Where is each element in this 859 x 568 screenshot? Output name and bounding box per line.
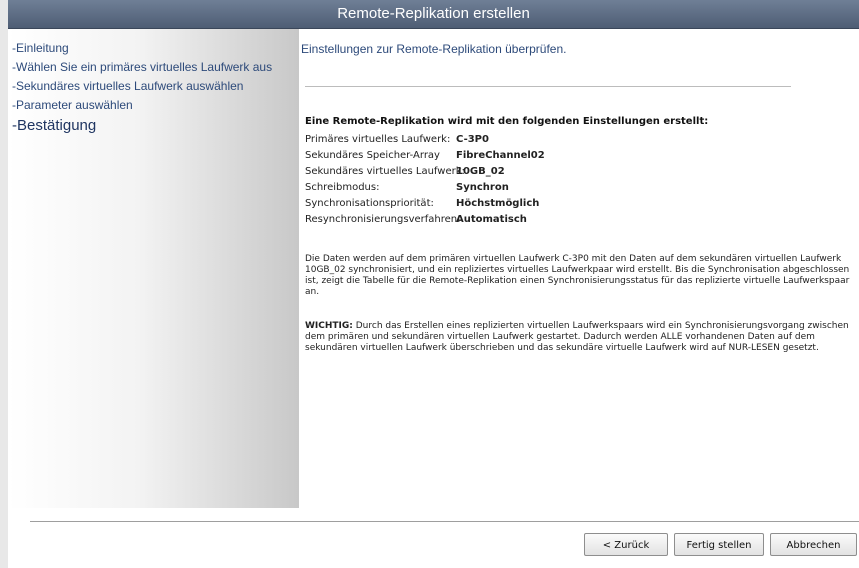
important-notice: WICHTIG: Durch das Erstellen eines repli… — [305, 321, 853, 354]
important-label: WICHTIG: — [305, 321, 353, 331]
settings-heading: Eine Remote-Replikation wird mit den fol… — [305, 116, 709, 127]
step-confirmation: -Bestätigung — [12, 117, 97, 134]
setting-key: Sekundäres virtuelles Laufwerk: — [305, 166, 465, 177]
step-introduction: -Einleitung — [12, 41, 69, 55]
cancel-button[interactable]: Abbrechen — [770, 533, 857, 556]
footer-divider — [30, 521, 859, 522]
setting-row-secondary-array: Sekundäres Speicher-Array FibreChannel02 — [305, 148, 545, 164]
setting-row-resync-method: Resynchronisierungsverfahren:Automatisch — [305, 212, 545, 228]
sync-description: Die Daten werden auf dem primären virtue… — [305, 254, 850, 297]
setting-row-write-mode: Schreibmodus: Synchron — [305, 180, 545, 196]
intro-text: Einstellungen zur Remote-Replikation übe… — [301, 42, 567, 56]
setting-value: Synchron — [456, 182, 509, 193]
wizard-window: -Einleitung -Wählen Sie ein primäres vir… — [8, 29, 859, 568]
setting-key: Primäres virtuelles Laufwerk: — [305, 134, 451, 145]
important-text: Durch das Erstellen eines replizierten v… — [305, 321, 849, 353]
setting-value: FibreChannel02 — [456, 150, 545, 161]
setting-row-sync-priority: Synchronisationspriorität: Höchstmöglich — [305, 196, 545, 212]
setting-key: Sekundäres Speicher-Array — [305, 150, 440, 161]
finish-button[interactable]: Fertig stellen — [674, 533, 764, 556]
wizard-steps-sidebar: -Einleitung -Wählen Sie ein primäres vir… — [8, 29, 299, 508]
setting-key: Resynchronisierungsverfahren: — [305, 214, 461, 225]
setting-value: C-3P0 — [456, 134, 489, 145]
setting-value: Höchstmöglich — [456, 198, 540, 209]
step-select-primary-disk: -Wählen Sie ein primäres virtuelles Lauf… — [12, 60, 273, 74]
setting-key: Synchronisationspriorität: — [305, 198, 434, 209]
content-divider — [305, 86, 791, 87]
window-title-bar: Remote-Replikation erstellen — [8, 0, 859, 29]
setting-row-secondary-disk: Sekundäres virtuelles Laufwerk:10GB_02 — [305, 164, 545, 180]
settings-list: Primäres virtuelles Laufwerk: C-3P0 Sekun… — [305, 132, 545, 228]
setting-value: 10GB_02 — [456, 166, 505, 177]
setting-value: Automatisch — [456, 214, 527, 225]
step-select-secondary-disk: -Sekundäres virtuelles Laufwerk auswähle… — [12, 79, 244, 93]
wizard-content: Einstellungen zur Remote-Replikation übe… — [301, 29, 856, 508]
window-title: Remote-Replikation erstellen — [337, 5, 530, 22]
setting-row-primary-disk: Primäres virtuelles Laufwerk: C-3P0 — [305, 132, 545, 148]
back-button[interactable]: < Zurück — [584, 533, 668, 556]
setting-key: Schreibmodus: — [305, 182, 380, 193]
step-select-parameters: -Parameter auswählen — [12, 98, 133, 112]
